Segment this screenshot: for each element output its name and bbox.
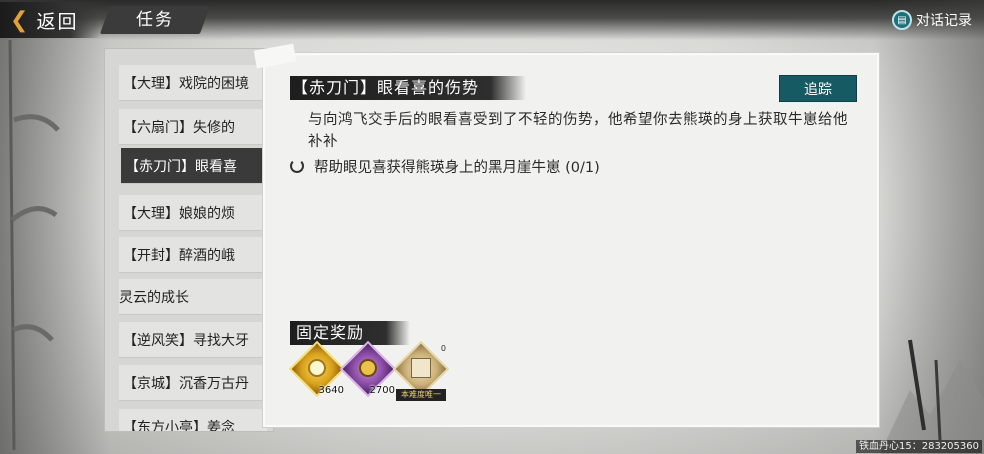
gold-coin-icon bbox=[308, 359, 326, 377]
player-info: 铁血丹心15：283205360 bbox=[856, 440, 982, 453]
in-progress-icon bbox=[290, 159, 304, 173]
chevron-left-icon: ❮ bbox=[10, 7, 31, 33]
task-list-item-label: 【赤刀门】眼看喜 bbox=[125, 158, 237, 175]
reward-count: 0 bbox=[440, 344, 446, 353]
reward-count: 3640 bbox=[318, 385, 344, 396]
quest-description: 与向鸿飞交手后的眼看喜受到了不轻的伤势，他希望你去熊瑛的身上获取牛崽给他补补 bbox=[308, 112, 848, 150]
task-list-item-label: 灵云的成长 bbox=[119, 289, 189, 306]
dialog-log-button[interactable]: ▤ 对话记录 bbox=[892, 8, 972, 32]
task-list-item-label: 【东方小亭】姜念 bbox=[123, 419, 235, 432]
bamboo-decoration-left-icon bbox=[8, 40, 60, 450]
copper-coin-icon bbox=[359, 359, 377, 377]
task-list-item[interactable]: 【六扇门】失修的 bbox=[119, 109, 267, 145]
task-list-item-label: 【京城】沉香万古丹 bbox=[123, 375, 249, 392]
task-list-item[interactable]: 【大理】戏院的困境 bbox=[119, 65, 267, 101]
task-list-item-label: 【六扇门】失修的 bbox=[123, 119, 235, 136]
task-list-item-label: 【大理】戏院的困境 bbox=[123, 75, 249, 92]
task-list-item[interactable]: 【大理】娘娘的烦 bbox=[119, 195, 267, 231]
reward-item[interactable]: 2700 bbox=[339, 340, 397, 398]
track-button[interactable]: 追踪 bbox=[779, 75, 857, 102]
task-list-item[interactable]: 灵云的成长 bbox=[119, 279, 267, 315]
quest-title: 【赤刀门】眼看喜的伤势 bbox=[292, 78, 480, 97]
task-list-item-label: 【开封】醉酒的峨 bbox=[123, 247, 235, 264]
page-title: 任务 bbox=[136, 10, 174, 30]
book-icon: ▤ bbox=[892, 10, 912, 30]
task-list-item[interactable]: 【东方小亭】姜念 bbox=[119, 409, 267, 432]
quest-objective: 帮助眼见喜获得熊瑛身上的黑月崖牛崽 (0/1) bbox=[290, 155, 600, 177]
mountain-decoration-right-icon bbox=[880, 339, 984, 454]
reward-item[interactable]: 3640 bbox=[288, 340, 346, 398]
task-list-item-active[interactable]: 【赤刀门】眼看喜 bbox=[121, 148, 269, 184]
task-list-item-label: 【大理】娘娘的烦 bbox=[123, 205, 235, 222]
back-button[interactable]: ❮ 返回 bbox=[0, 2, 100, 38]
dialog-log-label: 对话记录 bbox=[916, 13, 972, 29]
task-list-item-label: 【逆风笑】寻找大牙 bbox=[123, 332, 249, 349]
reward-item[interactable]: 0 本难度唯一 bbox=[392, 340, 450, 401]
reward-count: 2700 bbox=[369, 385, 395, 396]
back-label: 返回 bbox=[36, 10, 79, 33]
task-list-item[interactable]: 【逆风笑】寻找大牙 bbox=[119, 322, 267, 358]
skill-book-icon bbox=[411, 358, 431, 378]
task-list[interactable]: 【大理】戏院的困境 【六扇门】失修的 【赤刀门】眼看喜 【大理】娘娘的烦 【开封… bbox=[104, 48, 274, 432]
task-list-item[interactable]: 【开封】醉酒的峨 bbox=[119, 237, 267, 273]
task-list-item[interactable]: 【京城】沉香万古丹 bbox=[119, 365, 267, 401]
reward-title: 固定奖励 bbox=[296, 323, 365, 342]
quest-objective-text: 帮助眼见喜获得熊瑛身上的黑月崖牛崽 (0/1) bbox=[314, 159, 600, 176]
reward-unique-label: 本难度唯一 bbox=[396, 389, 446, 401]
